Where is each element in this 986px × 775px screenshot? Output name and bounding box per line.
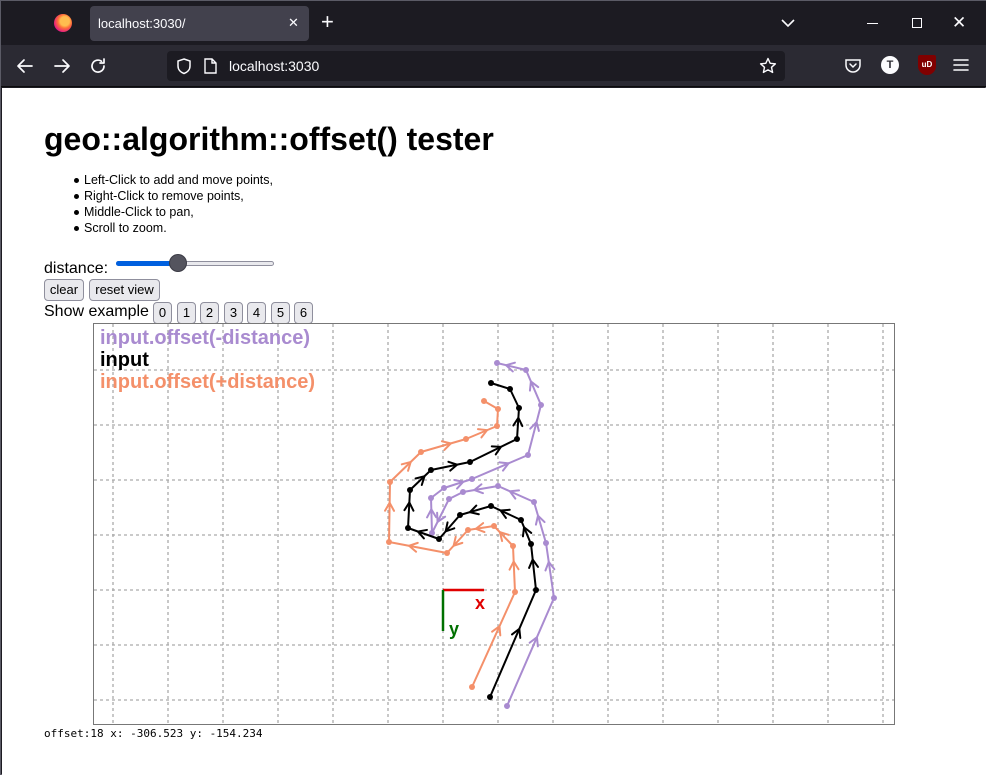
example-5-button[interactable]: 5 [271, 302, 290, 324]
series-minus-point [525, 452, 531, 458]
legend-input: input [100, 349, 149, 371]
series-minus-point [441, 485, 447, 491]
series-plus-point [463, 436, 469, 442]
series-plus-point [444, 550, 450, 556]
example-6-button[interactable]: 6 [294, 302, 313, 324]
page-content: geo::algorithm::offset() tester Left-Cli… [2, 88, 986, 775]
series-input-point [436, 536, 442, 542]
ublock-origin-icon[interactable]: uD [918, 55, 936, 75]
series-plus-point [469, 684, 475, 690]
series-plus [384, 398, 520, 690]
example-0-button[interactable]: 0 [153, 302, 172, 324]
browser-window: localhost:3030/ ✕ + ✕ localhost:3030 T u… [0, 0, 986, 775]
series-plus-line [388, 400, 516, 688]
slider-thumb[interactable] [169, 254, 188, 272]
series-minus-point [494, 360, 500, 366]
instruction-item: Scroll to zoom. [74, 220, 273, 236]
series-plus-point [512, 589, 518, 595]
example-1-button[interactable]: 1 [177, 302, 196, 324]
pocket-icon[interactable] [844, 57, 862, 75]
series-minus-point [531, 499, 537, 505]
shield-icon[interactable] [175, 57, 193, 75]
series-input-point [528, 541, 534, 547]
x-axis-label: x [475, 593, 485, 613]
series-plus-point [465, 527, 471, 533]
series-input-point [518, 517, 524, 523]
series-input-point [488, 503, 494, 509]
tab-title: localhost:3030/ [98, 16, 186, 31]
chevron-down-icon[interactable] [779, 14, 797, 32]
show-example-label: Show example [44, 303, 149, 320]
url-bar[interactable]: localhost:3030 [167, 51, 785, 81]
series-plus-point [510, 543, 516, 549]
url-text[interactable]: localhost:3030 [229, 58, 319, 74]
series-plus-point [418, 449, 424, 455]
series-minus-point [446, 496, 452, 502]
series-plus-point [387, 479, 393, 485]
back-arrow-icon[interactable] [15, 56, 35, 76]
series-layer [384, 360, 557, 709]
tab-localhost[interactable]: localhost:3030/ ✕ [90, 6, 309, 41]
series-plus-point [491, 523, 497, 529]
series-input-point [457, 512, 463, 518]
series-plus-point [481, 398, 487, 404]
tab-close-icon[interactable]: ✕ [288, 14, 299, 32]
series-plus-point [495, 406, 501, 412]
example-3-button[interactable]: 3 [224, 302, 243, 324]
series-minus-point [551, 595, 557, 601]
series-minus-point [504, 703, 510, 709]
series-input-point [407, 487, 413, 493]
series-plus-point [386, 539, 392, 545]
series-input-point [428, 467, 434, 473]
series-input-point [507, 386, 513, 392]
series-input-point [488, 380, 494, 386]
page-title: geo::algorithm::offset() tester [44, 121, 494, 157]
reload-icon[interactable] [88, 56, 108, 76]
origin-axes: x y [441, 588, 485, 639]
series-input-point [533, 587, 539, 593]
series-minus-point [428, 495, 434, 501]
reset-view-button[interactable]: reset view [89, 279, 160, 301]
profile-avatar-icon[interactable]: T [881, 56, 899, 74]
instructions-list: Left-Click to add and move points, Right… [74, 172, 273, 236]
series-minus-point [469, 476, 475, 482]
instruction-item: Middle-Click to pan, [74, 204, 273, 220]
clear-button[interactable]: clear [44, 279, 84, 301]
series-input-point [516, 405, 522, 411]
y-axis-label: y [449, 619, 459, 639]
series-minus-point [538, 402, 544, 408]
legend-offset-minus: input.offset(-distance) [100, 327, 310, 349]
series-input-point [487, 694, 493, 700]
firefox-logo-icon[interactable] [54, 14, 72, 32]
bookmark-star-icon[interactable] [759, 57, 777, 75]
instruction-item: Left-Click to add and move points, [74, 173, 273, 187]
window-maximize-icon[interactable] [912, 18, 922, 28]
series-input-point [467, 459, 473, 465]
window-close-icon[interactable]: ✕ [952, 13, 966, 33]
hamburger-menu-icon[interactable] [953, 58, 969, 72]
series-input-point [514, 436, 520, 442]
series-minus-point [543, 540, 549, 546]
window-minimize-icon[interactable] [867, 23, 878, 24]
forward-arrow-icon[interactable] [52, 56, 72, 76]
series-minus-point [495, 483, 501, 489]
new-tab-icon[interactable]: + [321, 11, 334, 33]
instruction-item: Right-Click to remove points, [74, 188, 273, 204]
page-icon[interactable] [203, 58, 218, 74]
navigation-toolbar: localhost:3030 T uD [1, 45, 986, 87]
series-minus-point [523, 367, 529, 373]
series-minus-point [460, 489, 466, 495]
tab-strip: localhost:3030/ ✕ + ✕ [1, 1, 986, 45]
example-4-button[interactable]: 4 [247, 302, 266, 324]
example-2-button[interactable]: 2 [200, 302, 219, 324]
distance-label: distance: [44, 260, 109, 277]
drawing-canvas[interactable]: x y input.offset(-distance) input input.… [93, 323, 895, 725]
legend-offset-plus: input.offset(+distance) [100, 371, 316, 393]
status-readout: offset:18 x: -306.523 y: -154.234 [44, 727, 263, 740]
series-plus-point [494, 423, 500, 429]
series-input-point [405, 525, 411, 531]
distance-slider[interactable] [114, 253, 276, 273]
series-input-line [407, 382, 537, 698]
series-input [403, 380, 540, 700]
